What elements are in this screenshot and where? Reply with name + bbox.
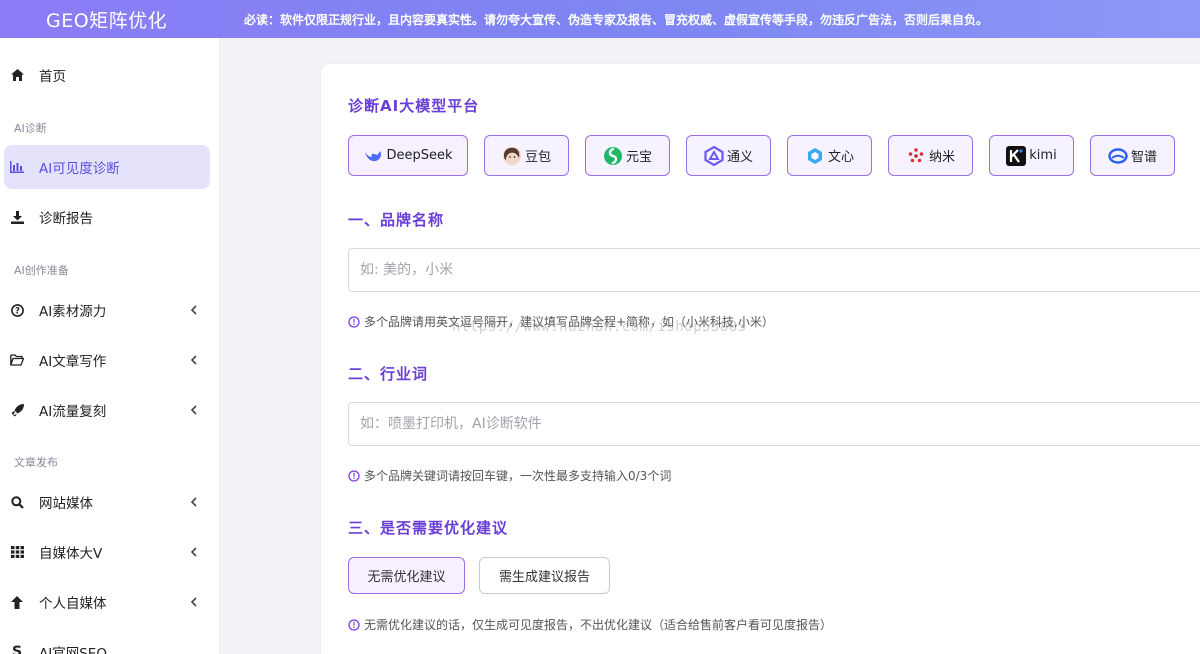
sidebar-item-visibility[interactable]: AI可见度诊断 (4, 145, 210, 189)
watermark-text: https://www.huzhan.com/ishop53885 (452, 319, 747, 335)
info-icon (348, 315, 360, 328)
sidebar-item-personal-media[interactable]: 个人自媒体 (4, 580, 210, 624)
wenxin-icon (805, 146, 825, 166)
platform-label: 智谱 (1130, 150, 1157, 165)
platform-button-nami[interactable]: 纳米 (888, 135, 973, 176)
platform-label: 通义 (726, 150, 753, 165)
no-optimization-button[interactable]: 无需优化建议 (348, 557, 465, 594)
sidebar-item-label: AI流量复刻 (39, 404, 107, 420)
nami-icon (906, 146, 926, 166)
sidebar-item-seo[interactable]: S AI官网SEO (4, 630, 210, 654)
info-icon (348, 618, 360, 631)
brand-section-title: 一、品牌名称 (348, 211, 445, 229)
industry-keyword-input[interactable] (348, 402, 1200, 446)
optimize-section-title: 三、是否需要优化建议 (348, 519, 509, 537)
kimi-icon (1006, 145, 1027, 166)
platform-label: 豆包 (524, 150, 551, 165)
sidebar-item-label: AI素材源力 (39, 304, 107, 320)
sidebar-item-self-media[interactable]: 自媒体大V (4, 530, 210, 574)
sidebar-item-label: AI可见度诊断 (39, 161, 120, 177)
sidebar-item-label: 个人自媒体 (39, 596, 107, 612)
chevron-left-icon (190, 597, 197, 607)
platform-label: 元宝 (625, 150, 652, 165)
sidebar-item-report[interactable]: 诊断报告 (4, 195, 210, 239)
platform-button-tongyi[interactable]: 通义 (686, 135, 771, 176)
sidebar-item-label: 网站媒体 (39, 496, 93, 512)
grid-icon (10, 545, 24, 559)
folder-open-icon (10, 353, 24, 367)
sidebar-item-label: AI文章写作 (39, 354, 107, 370)
chevron-left-icon (190, 497, 197, 507)
industry-hint-text: 多个品牌关键词请按回车键，一次性最多支持输入0/3个词 (364, 469, 672, 483)
chevron-left-icon (190, 405, 197, 415)
arrow-up-icon (10, 595, 24, 609)
chevron-left-icon (190, 547, 197, 557)
section-label-publish: 文章发布 (14, 456, 58, 469)
brand-logo-text[interactable]: GEO矩阵优化 (0, 6, 220, 33)
platform-section-title: 诊断AI大模型平台 (348, 97, 480, 115)
section-label-ai-prep: AI创作准备 (14, 264, 69, 277)
bar-chart-icon (10, 160, 24, 174)
platform-button-deepseek[interactable]: DeepSeek (348, 135, 468, 176)
platform-button-yuanbao[interactable]: 元宝 (585, 135, 670, 176)
brand-name-input[interactable] (348, 248, 1200, 292)
chevron-left-icon (190, 355, 197, 365)
platform-list: DeepSeek 豆包 元宝 通义 文心 纳米 kimi 智谱 (348, 135, 1175, 176)
home-icon (10, 68, 24, 82)
svg-text:?: ? (15, 306, 20, 316)
dollar-icon: S (11, 644, 23, 654)
optimize-hint-text: 无需优化建议的话，仅生成可见度报告，不出优化建议（适合给售前客户看可见度报告） (364, 618, 833, 632)
rocket-icon (10, 403, 24, 417)
platform-button-zhipu[interactable]: 智谱 (1090, 135, 1175, 176)
question-circle-icon: ? (10, 303, 24, 317)
yuanbao-icon (603, 146, 623, 166)
deepseek-icon (363, 146, 383, 166)
chevron-left-icon (190, 305, 197, 315)
tongyi-icon (704, 145, 724, 166)
generate-report-button[interactable]: 需生成建议报告 (479, 557, 610, 594)
sidebar-item-home[interactable]: 首页 (4, 53, 210, 97)
industry-section-title: 二、行业词 (348, 365, 429, 383)
platform-label: kimi (1029, 148, 1057, 163)
sidebar-item-traffic[interactable]: AI流量复刻 (4, 388, 210, 432)
diagnosis-form-card: 诊断AI大模型平台 DeepSeek 豆包 元宝 通义 文心 纳米 kimi 智… (320, 63, 1200, 654)
platform-button-doubao[interactable]: 豆包 (484, 135, 569, 176)
sidebar-item-writing[interactable]: AI文章写作 (4, 338, 210, 382)
sidebar-item-label: 自媒体大V (39, 546, 103, 562)
zhipu-icon (1108, 146, 1128, 166)
info-icon (348, 469, 360, 482)
sidebar-item-site-media[interactable]: 网站媒体 (4, 480, 210, 524)
notice-text: 必读：软件仅限正规行业，且内容要真实性。请勿夸大宣传、伪造专家及报告、冒充权威、… (244, 12, 989, 27)
sidebar: 首页 AI诊断 AI可见度诊断 诊断报告 AI创作准备 ? AI素材源力 AI文… (0, 38, 220, 654)
platform-button-wenxin[interactable]: 文心 (787, 135, 872, 176)
download-icon (10, 210, 24, 224)
platform-label: 纳米 (928, 150, 955, 165)
sidebar-item-label: 诊断报告 (39, 211, 93, 227)
top-bar: GEO矩阵优化 必读：软件仅限正规行业，且内容要真实性。请勿夸大宣传、伪造专家及… (0, 0, 1200, 38)
industry-hint: 多个品牌关键词请按回车键，一次性最多支持输入0/3个词 (348, 467, 671, 484)
optimize-hint: 无需优化建议的话，仅生成可见度报告，不出优化建议（适合给售前客户看可见度报告） (348, 616, 832, 633)
platform-label: 文心 (827, 150, 854, 165)
section-label-ai-diagnosis: AI诊断 (14, 122, 47, 135)
sidebar-item-label: AI官网SEO (39, 646, 107, 654)
search-icon (10, 495, 24, 509)
doubao-icon (502, 146, 522, 166)
sidebar-item-label: 首页 (39, 69, 66, 85)
sidebar-item-material[interactable]: ? AI素材源力 (4, 288, 210, 332)
platform-button-kimi[interactable]: kimi (989, 135, 1074, 176)
platform-label: DeepSeek (386, 148, 453, 163)
